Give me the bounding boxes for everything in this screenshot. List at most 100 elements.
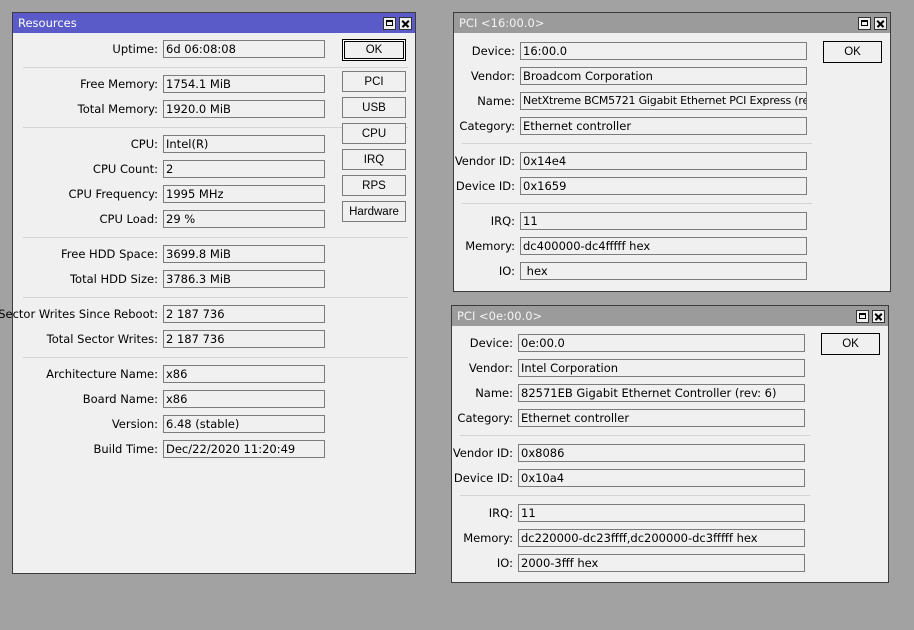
board-label: Board Name: <box>82 392 158 406</box>
io-label: IO: <box>498 264 515 278</box>
board-row: Board Name: x86 <box>13 390 417 408</box>
ok-button[interactable]: OK <box>821 333 880 355</box>
total-memory-label: Total Memory: <box>77 102 158 116</box>
sector-writes-reboot-row: Sector Writes Since Reboot: 2 187 736 <box>0 305 417 323</box>
free-hdd-label: Free HDD Space: <box>61 247 158 261</box>
io-row: IO: 2000-3fff hex <box>452 554 890 572</box>
vendor-id-label: Vendor ID: <box>452 446 513 460</box>
sector-writes-reboot-field[interactable]: 2 187 736 <box>163 305 325 323</box>
hardware-button[interactable]: Hardware <box>342 201 406 222</box>
irq-label: IRQ: <box>488 506 513 520</box>
cpu-load-label: CPU Load: <box>99 212 159 226</box>
device-label: Device: <box>469 336 513 350</box>
irq-row: IRQ: 11 <box>454 212 892 230</box>
maximize-icon[interactable] <box>383 16 396 30</box>
device-field[interactable]: 0e:00.0 <box>518 334 805 352</box>
free-hdd-row: Free HDD Space: 3699.8 MiB <box>13 245 417 263</box>
cpu-label: CPU: <box>130 137 158 151</box>
name-label: Name: <box>477 94 515 108</box>
ok-button[interactable]: OK <box>823 41 882 63</box>
name-field[interactable]: 82571EB Gigabit Ethernet Controller (rev… <box>518 384 805 402</box>
vendor-id-field[interactable]: 0x14e4 <box>520 152 807 170</box>
pci-button[interactable]: PCI <box>342 71 406 92</box>
pci-titlebar[interactable]: PCI <0e:00.0> <box>452 306 888 326</box>
separator <box>460 495 810 496</box>
window-title: Resources <box>18 16 77 30</box>
separator <box>462 203 812 204</box>
free-memory-label: Free Memory: <box>80 77 158 91</box>
cpu-frequency-field[interactable]: 1995 MHz <box>163 185 325 203</box>
io-field[interactable]: 2000-3fff hex <box>518 554 805 572</box>
vendor-label: Vendor: <box>468 361 513 375</box>
io-field[interactable]: hex <box>520 262 807 280</box>
irq-field[interactable]: 11 <box>518 504 805 522</box>
close-icon[interactable] <box>872 309 885 323</box>
vendor-field[interactable]: Broadcom Corporation <box>520 67 807 85</box>
cpu-load-field[interactable]: 29 % <box>163 210 325 228</box>
maximize-icon[interactable] <box>856 309 869 323</box>
total-sector-writes-field[interactable]: 2 187 736 <box>163 330 325 348</box>
total-memory-field[interactable]: 1920.0 MiB <box>163 100 325 118</box>
memory-field[interactable]: dc400000-dc4fffff hex <box>520 237 807 255</box>
sector-writes-reboot-label: Sector Writes Since Reboot: <box>0 307 158 321</box>
build-time-field[interactable]: Dec/22/2020 11:20:49 <box>163 440 325 458</box>
separator <box>462 143 812 144</box>
vendor-row: Vendor: Broadcom Corporation <box>454 67 892 85</box>
version-field[interactable]: 6.48 (stable) <box>163 415 325 433</box>
name-label: Name: <box>475 386 513 400</box>
vendor-id-field[interactable]: 0x8086 <box>518 444 805 462</box>
vendor-id-label: Vendor ID: <box>454 154 515 168</box>
device-id-field[interactable]: 0x1659 <box>520 177 807 195</box>
version-label: Version: <box>111 417 158 431</box>
architecture-field[interactable]: x86 <box>163 365 325 383</box>
category-field[interactable]: Ethernet controller <box>520 117 807 135</box>
build-time-label: Build Time: <box>93 442 158 456</box>
pci-window-2: PCI <0e:00.0> Device: 0e:00.0 Vendor: In… <box>451 305 889 583</box>
uptime-label: Uptime: <box>112 42 158 56</box>
pci-titlebar[interactable]: PCI <16:00.0> <box>454 13 890 33</box>
device-label: Device: <box>471 44 515 58</box>
usb-button[interactable]: USB <box>342 97 406 118</box>
resources-titlebar[interactable]: Resources <box>13 13 415 33</box>
total-sector-writes-label: Total Sector Writes: <box>46 332 158 346</box>
category-row: Category: Ethernet controller <box>452 409 890 427</box>
vendor-field[interactable]: Intel Corporation <box>518 359 805 377</box>
device-id-row: Device ID: 0x1659 <box>454 177 892 195</box>
category-label: Category: <box>457 411 513 425</box>
category-field[interactable]: Ethernet controller <box>518 409 805 427</box>
cpu-field[interactable]: Intel(R) <box>163 135 325 153</box>
separator <box>460 435 810 436</box>
total-sector-writes-row: Total Sector Writes: 2 187 736 <box>13 330 417 348</box>
vendor-id-row: Vendor ID: 0x14e4 <box>454 152 892 170</box>
name-field[interactable]: NetXtreme BCM5721 Gigabit Ethernet PCI E… <box>520 92 807 110</box>
device-id-field[interactable]: 0x10a4 <box>518 469 805 487</box>
separator <box>23 357 408 358</box>
irq-label: IRQ: <box>490 214 515 228</box>
cpu-count-label: CPU Count: <box>92 162 158 176</box>
cpu-button[interactable]: CPU <box>342 123 406 144</box>
device-field[interactable]: 16:00.0 <box>520 42 807 60</box>
category-row: Category: Ethernet controller <box>454 117 892 135</box>
close-icon[interactable] <box>874 16 887 30</box>
free-hdd-field[interactable]: 3699.8 MiB <box>163 245 325 263</box>
ok-button[interactable]: OK <box>342 39 406 61</box>
total-hdd-field[interactable]: 3786.3 MiB <box>163 270 325 288</box>
free-memory-field[interactable]: 1754.1 MiB <box>163 75 325 93</box>
category-label: Category: <box>459 119 515 133</box>
maximize-icon[interactable] <box>858 16 871 30</box>
rps-button[interactable]: RPS <box>342 175 406 196</box>
irq-button[interactable]: IRQ <box>342 149 406 170</box>
resources-window: Resources Uptime: 6d 06:08:08 Free Memor… <box>0 12 417 574</box>
uptime-field[interactable]: 6d 06:08:08 <box>163 40 325 58</box>
cpu-frequency-label: CPU Frequency: <box>68 187 158 201</box>
close-icon[interactable] <box>399 16 412 30</box>
irq-field[interactable]: 11 <box>520 212 807 230</box>
board-field[interactable]: x86 <box>163 390 325 408</box>
cpu-count-field[interactable]: 2 <box>163 160 325 178</box>
window-title: PCI <0e:00.0> <box>457 309 543 323</box>
vendor-label: Vendor: <box>470 69 515 83</box>
device-id-row: Device ID: 0x10a4 <box>452 469 890 487</box>
vendor-row: Vendor: Intel Corporation <box>452 359 890 377</box>
memory-field[interactable]: dc220000-dc23ffff,dc200000-dc3fffff hex <box>518 529 805 547</box>
separator <box>23 67 408 68</box>
